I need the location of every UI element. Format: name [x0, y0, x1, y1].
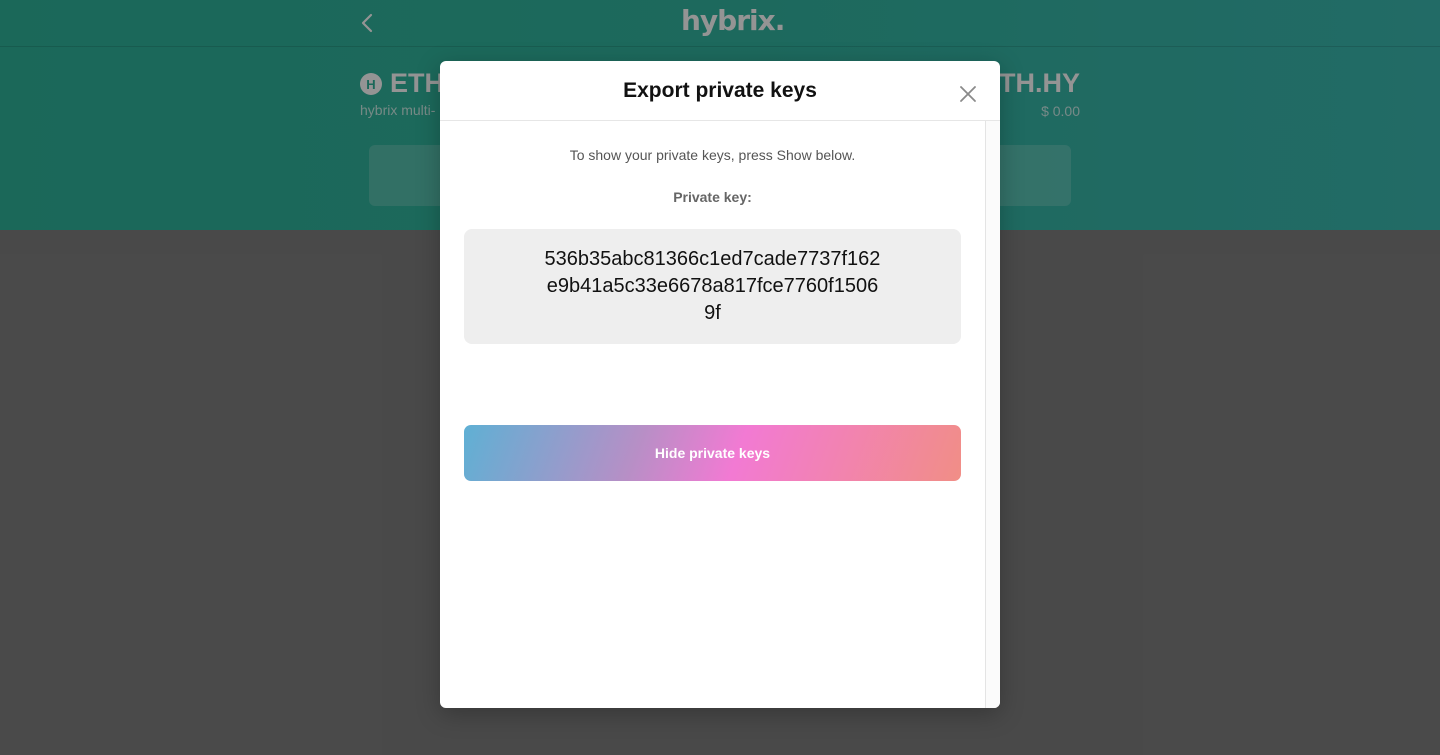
modal-header: Export private keys [440, 61, 1000, 121]
private-key-box: 536b35abc81366c1ed7cade7737f162e9b41a5c3… [464, 229, 961, 344]
instructions-text: To show your private keys, press Show be… [569, 147, 856, 163]
export-private-keys-modal: Export private keys To show your private… [440, 61, 1000, 708]
private-key-label: Private key: [673, 189, 752, 205]
close-button[interactable] [956, 82, 980, 106]
modal-scrollbar[interactable] [985, 121, 1000, 708]
modal-body: To show your private keys, press Show be… [440, 121, 985, 708]
modal-title: Export private keys [623, 79, 817, 102]
close-icon [960, 86, 976, 102]
private-key-value[interactable]: 536b35abc81366c1ed7cade7737f162e9b41a5c3… [543, 246, 883, 327]
hide-private-keys-button[interactable]: Hide private keys [464, 425, 961, 481]
